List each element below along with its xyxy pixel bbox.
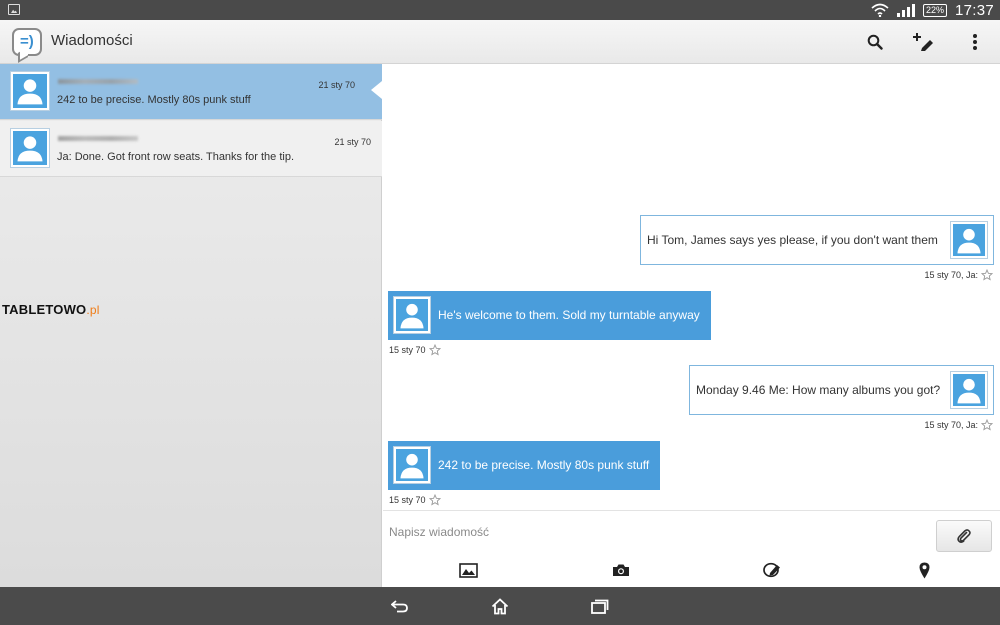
action-bar: =) Wiadomości	[0, 20, 1000, 64]
wifi-icon	[871, 3, 889, 17]
compose-area: Napisz wiadomość	[383, 510, 1000, 587]
watermark-suffix: .pl	[86, 303, 100, 317]
app-title: Wiadomości	[51, 32, 133, 49]
signal-icon	[896, 3, 915, 17]
back-button[interactable]	[389, 596, 411, 616]
sketch-button[interactable]	[762, 561, 782, 579]
conversation-preview: 242 to be precise. Mostly 80s punk stuff	[57, 94, 251, 106]
paperclip-icon	[957, 529, 971, 543]
sent-message-bubble[interactable]: Monday 9.46 Me: How many albums you got?	[689, 365, 994, 415]
contact-name-redacted	[58, 136, 138, 141]
location-pin-icon	[919, 562, 929, 578]
contact-name-redacted	[58, 79, 138, 84]
app-icon-glyph: =)	[20, 33, 34, 50]
contact-avatar-icon	[11, 129, 49, 167]
search-button[interactable]	[861, 28, 889, 56]
message-timestamp: 15 sty 70, Ja:	[924, 420, 978, 430]
message-meta: 15 sty 70, Ja:	[924, 419, 993, 431]
overflow-menu-icon	[973, 34, 977, 50]
message-meta: 15 sty 70, Ja:	[924, 269, 993, 281]
conversation-list: 21 sty 70 242 to be precise. Mostly 80s …	[0, 64, 382, 587]
conversation-thread: Hi Tom, James says yes please, if you do…	[383, 64, 1000, 587]
navigation-bar	[0, 587, 1000, 625]
sketch-icon	[763, 562, 780, 578]
gallery-notification-icon	[8, 4, 20, 15]
contact-avatar-icon	[394, 447, 430, 483]
conversation-item[interactable]: 21 sty 70 242 to be precise. Mostly 80s …	[0, 64, 382, 120]
message-text: Hi Tom, James says yes please, if you do…	[647, 233, 938, 247]
overflow-menu-button[interactable]	[961, 28, 989, 56]
watermark-brand: TABLETOWO	[2, 302, 87, 317]
my-avatar-icon	[951, 222, 987, 258]
home-icon	[491, 597, 509, 614]
my-avatar-icon	[951, 372, 987, 408]
status-bar: 22% 17:37	[0, 0, 1000, 20]
selection-arrow	[371, 81, 382, 99]
messaging-app-icon[interactable]: =)	[12, 28, 42, 56]
gallery-icon	[458, 562, 478, 578]
sent-message-bubble[interactable]: Hi Tom, James says yes please, if you do…	[640, 215, 994, 265]
message-meta: 15 sty 70	[389, 344, 441, 356]
star-icon[interactable]	[981, 269, 993, 281]
conversation-date: 21 sty 70	[318, 80, 355, 90]
attach-button[interactable]	[936, 520, 992, 552]
gallery-button[interactable]	[458, 561, 478, 579]
conversation-item[interactable]: 21 sty 70 Ja: Done. Got front row seats.…	[0, 121, 382, 177]
received-message-bubble[interactable]: 242 to be precise. Mostly 80s punk stuff	[388, 441, 660, 490]
message-text: He's welcome to them. Sold my turntable …	[438, 308, 700, 322]
camera-button[interactable]	[611, 561, 631, 579]
conversation-preview: Ja: Done. Got front row seats. Thanks fo…	[57, 151, 295, 163]
received-message-bubble[interactable]: He's welcome to them. Sold my turntable …	[388, 291, 711, 340]
message-meta: 15 sty 70	[389, 494, 441, 506]
home-button[interactable]	[489, 596, 511, 616]
contact-avatar-icon	[11, 72, 49, 110]
message-timestamp: 15 sty 70	[389, 345, 426, 355]
recent-apps-button[interactable]	[589, 596, 611, 616]
back-icon	[391, 600, 408, 613]
clock: 17:37	[954, 1, 994, 19]
message-input[interactable]: Napisz wiadomość	[389, 525, 489, 539]
star-icon[interactable]	[981, 419, 993, 431]
recent-apps-icon	[591, 599, 609, 614]
watermark-logo: TABLETOWO.pl	[2, 302, 100, 317]
star-icon[interactable]	[428, 344, 441, 356]
location-button[interactable]	[914, 561, 934, 579]
conversation-date: 21 sty 70	[334, 137, 371, 147]
new-message-button[interactable]	[910, 28, 938, 56]
message-timestamp: 15 sty 70	[389, 495, 426, 505]
battery-indicator: 22%	[922, 3, 947, 17]
new-message-icon	[913, 33, 933, 51]
message-timestamp: 15 sty 70, Ja:	[924, 270, 978, 280]
message-text: 242 to be precise. Mostly 80s punk stuff	[438, 458, 650, 472]
camera-icon	[613, 564, 629, 576]
message-text: Monday 9.46 Me: How many albums you got?	[696, 383, 941, 397]
search-icon	[867, 34, 883, 50]
contact-avatar-icon	[394, 297, 430, 333]
star-icon[interactable]	[428, 494, 441, 506]
